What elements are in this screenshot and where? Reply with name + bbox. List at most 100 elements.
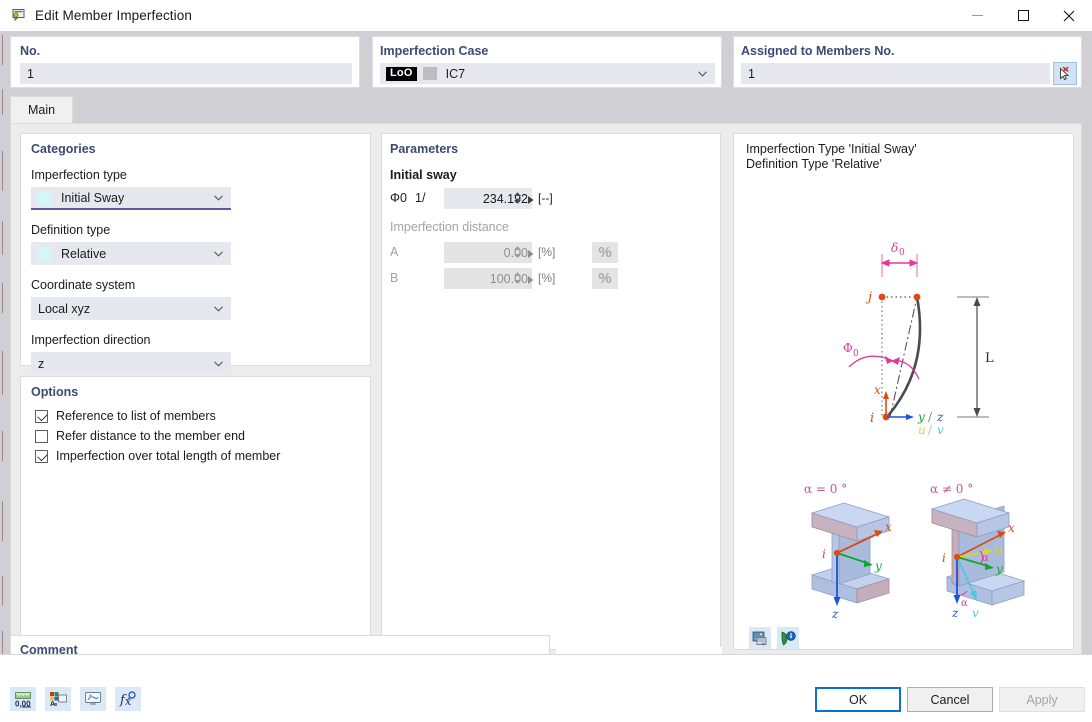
svg-text:x: x <box>885 520 892 534</box>
tab-strip: Main <box>10 96 1082 123</box>
definition-type-value: Relative <box>61 246 107 261</box>
svg-text:u: u <box>995 542 1003 556</box>
cancel-button[interactable]: Cancel <box>907 687 993 712</box>
categories-panel: Categories Imperfection type Initial Swa… <box>20 133 371 375</box>
svg-text:z: z <box>831 607 839 621</box>
distance-b-value: 100.00 <box>489 271 528 286</box>
chevron-down-icon[interactable] <box>214 360 223 367</box>
distance-b-percent-button[interactable]: % <box>592 268 618 289</box>
options-panel: Options Reference to list of members Ref… <box>20 376 371 650</box>
dialog-body: No. 1 Imperfection Case LoO IC7 Assigned… <box>0 31 1092 722</box>
ok-button[interactable]: OK <box>815 687 901 712</box>
svg-text:y: y <box>917 410 925 424</box>
assigned-members-input[interactable]: 1 <box>741 63 1050 84</box>
definition-type-combo[interactable]: Relative <box>31 242 231 265</box>
option-refer-distance[interactable]: Refer distance to the member end <box>35 429 245 443</box>
title-bar: Edit Member Imperfection <box>0 0 1092 32</box>
step-forward-icon[interactable] <box>527 272 535 284</box>
svg-text:v: v <box>937 423 944 437</box>
tab-main[interactable]: Main <box>10 96 73 123</box>
chevron-down-icon[interactable] <box>698 70 707 77</box>
option-reference-to-list[interactable]: Reference to list of members <box>35 409 216 423</box>
coordinate-system-combo[interactable]: Local xyz <box>31 297 231 320</box>
preview-caption-line1: Imperfection Type 'Initial Sway' <box>746 142 917 156</box>
option-total-length[interactable]: Imperfection over total length of member <box>35 449 280 463</box>
svg-text:i: i <box>822 547 826 561</box>
imperfection-case-value: IC7 <box>445 66 466 81</box>
number-label: No. <box>20 44 41 58</box>
svg-text:u: u <box>918 423 926 437</box>
distance-a-percent-button[interactable]: % <box>592 242 618 263</box>
imperfection-direction-combo[interactable]: z <box>31 352 231 375</box>
edit-member-imperfection-dialog: Edit Member Imperfection No. 1 Imperfect… <box>0 0 1092 722</box>
close-button[interactable] <box>1046 0 1092 31</box>
assigned-members-group: Assigned to Members No. 1 <box>733 36 1082 88</box>
cross-section-alpha-zero-diagram: α = 0 ° x y z i <box>804 482 892 621</box>
svg-text:0: 0 <box>853 349 859 359</box>
minimize-button[interactable] <box>954 0 1000 31</box>
imperfection-direction-label: Imperfection direction <box>31 333 151 347</box>
initial-sway-section-label: Initial sway <box>390 168 457 182</box>
svg-text:α: α <box>982 553 989 564</box>
chevron-down-icon[interactable] <box>214 305 223 312</box>
info-help-icon[interactable] <box>777 627 799 649</box>
svg-text:x: x <box>874 383 881 397</box>
svg-text:x: x <box>125 695 132 708</box>
option-label: Refer distance to the member end <box>56 429 245 443</box>
svg-text:α: α <box>961 598 968 609</box>
initial-sway-unit: [--] <box>538 191 553 205</box>
distance-b-label: B <box>390 271 399 285</box>
phi-symbol-label: Φ0 <box>390 191 407 205</box>
svg-text:z: z <box>951 606 959 620</box>
pick-member-cursor-icon[interactable] <box>1053 62 1077 85</box>
spinner-up-down-icon[interactable] <box>513 244 522 260</box>
checkbox-icon[interactable] <box>35 429 48 443</box>
tab-page-main: Categories Imperfection type Initial Swa… <box>10 123 1082 658</box>
cross-section-alpha-nonzero-diagram: α ≠ 0 ° x u y α z v α i <box>930 482 1026 620</box>
svg-text:L: L <box>985 351 994 366</box>
step-forward-icon[interactable] <box>527 246 535 258</box>
maximize-button[interactable] <box>1000 0 1046 31</box>
image-export-icon[interactable] <box>749 627 771 649</box>
imperfection-case-combo[interactable]: LoO IC7 <box>380 63 715 84</box>
checkbox-icon[interactable] <box>35 449 48 463</box>
chevron-down-icon[interactable] <box>214 250 223 257</box>
spinner-up-down-icon[interactable] <box>513 270 522 286</box>
svg-text:α ≠ 0 °: α ≠ 0 ° <box>930 482 973 496</box>
options-title: Options <box>31 385 79 399</box>
svg-text:/: / <box>928 423 933 437</box>
distance-a-label: A <box>390 245 399 259</box>
svg-text:i: i <box>870 411 874 426</box>
checkbox-icon[interactable] <box>35 409 48 423</box>
svg-text:z: z <box>936 410 944 424</box>
svg-text:y: y <box>874 559 882 573</box>
parameters-title: Parameters <box>390 142 459 156</box>
display-view-icon[interactable] <box>80 687 106 711</box>
step-forward-icon[interactable] <box>527 192 535 204</box>
number-input[interactable]: 1 <box>20 63 352 84</box>
imperfection-type-combo[interactable]: Initial Sway <box>31 187 231 210</box>
categories-title: Categories <box>31 142 96 156</box>
loo-tag: LoO <box>386 66 417 81</box>
imperfection-type-value: Initial Sway <box>61 190 125 205</box>
units-decimal-icon[interactable]: 0,00 <box>10 687 36 711</box>
rendering-colors-icon[interactable]: A <box>45 687 71 711</box>
window-controls <box>954 0 1092 31</box>
chevron-down-icon[interactable] <box>214 194 223 201</box>
definition-type-label: Definition type <box>31 223 111 237</box>
formula-fx-icon[interactable]: f x <box>115 687 141 711</box>
option-label: Imperfection over total length of member <box>56 449 281 463</box>
svg-text:i: i <box>942 551 946 565</box>
preview-caption-line2: Definition Type 'Relative' <box>746 157 882 171</box>
parameters-panel: Parameters Initial sway Φ0 1/ 234.192 [-… <box>381 133 721 650</box>
initial-sway-diagram: δ 0 j i Φ 0 x y / z u / v L <box>843 241 994 437</box>
svg-text:j: j <box>865 290 872 305</box>
svg-text:α = 0 °: α = 0 ° <box>804 482 847 496</box>
svg-text:δ: δ <box>891 241 898 255</box>
imperfection-distance-section-label: Imperfection distance <box>390 220 509 234</box>
definition-color-swatch <box>37 246 52 261</box>
spinner-up-down-icon[interactable] <box>513 190 522 206</box>
svg-text:x: x <box>1008 521 1015 535</box>
svg-text:Φ: Φ <box>843 341 853 355</box>
svg-text:v: v <box>972 606 979 620</box>
